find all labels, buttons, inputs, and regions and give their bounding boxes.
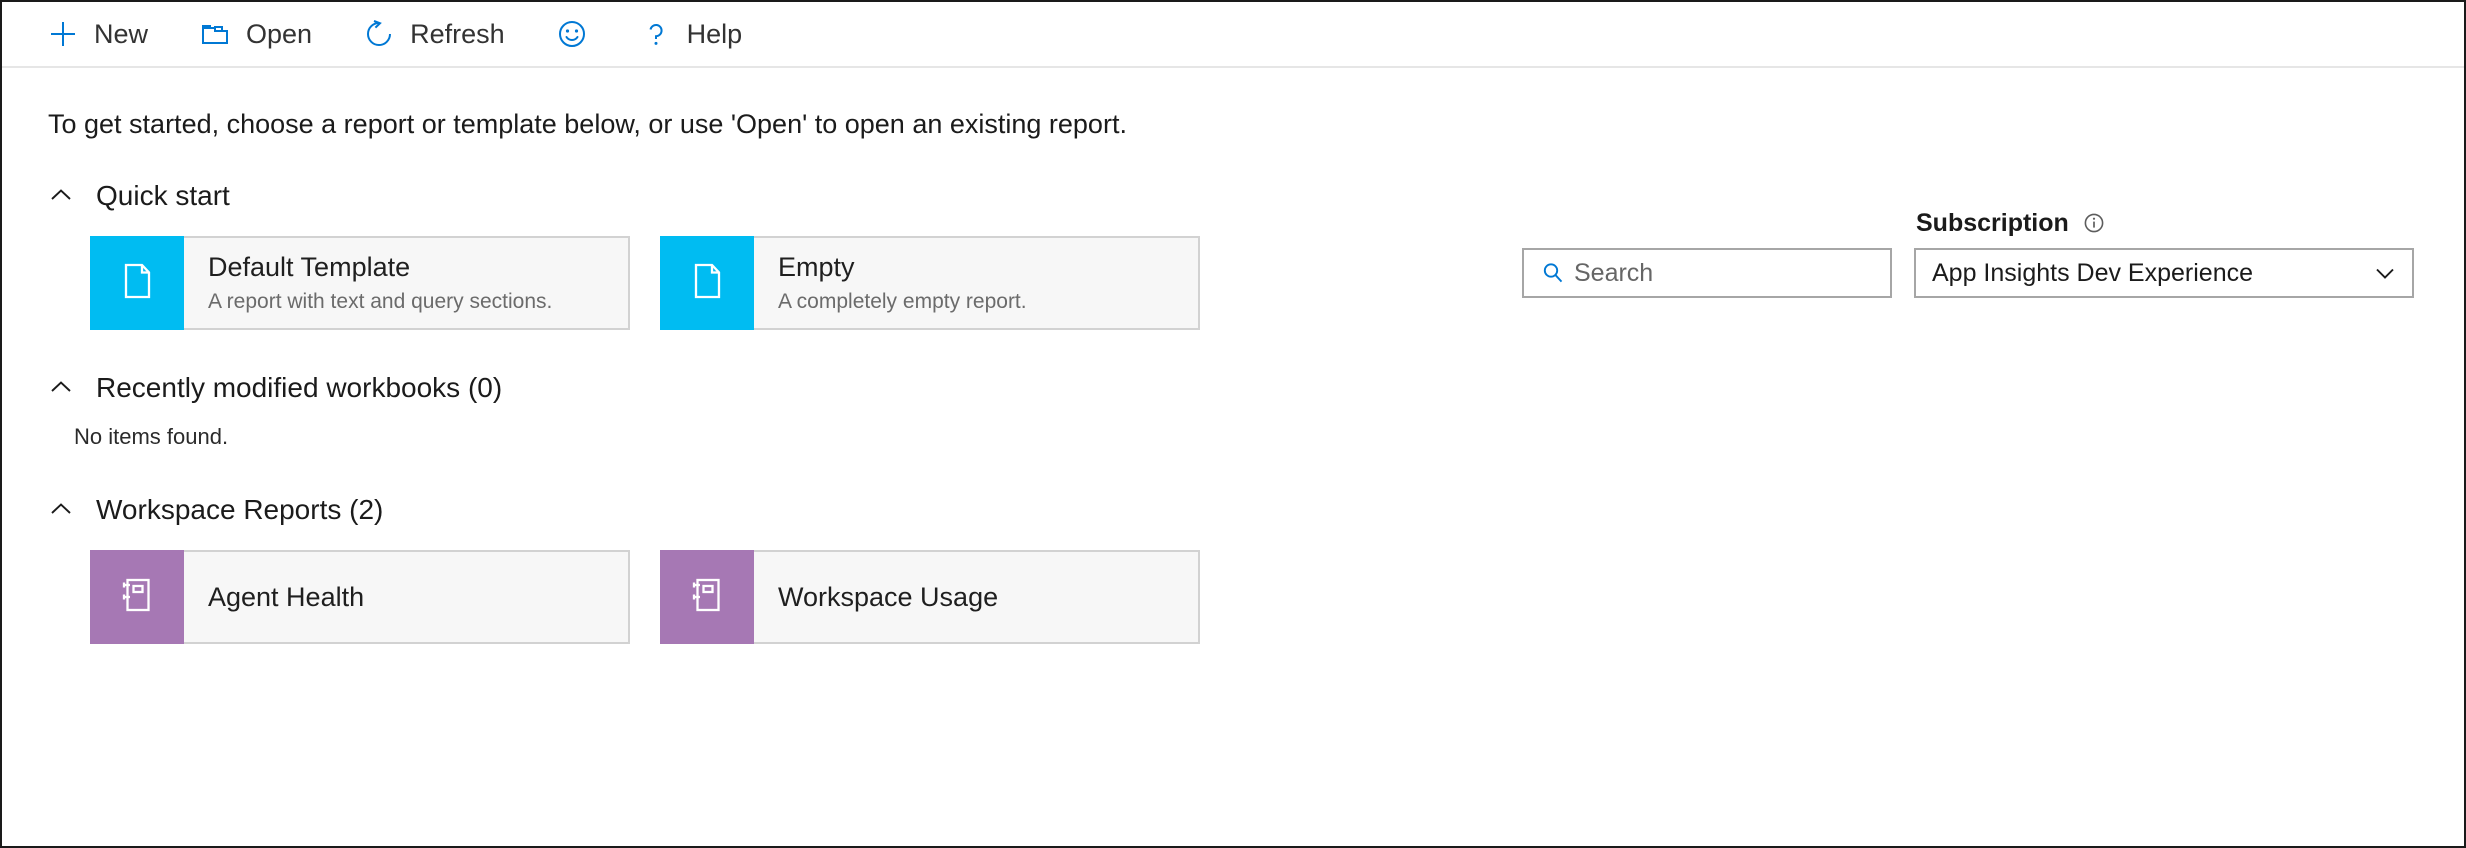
section-header-quick-start[interactable]: Quick start [48,176,230,216]
document-icon [684,258,730,309]
card-tile-agent-health [90,550,184,644]
folder-open-icon [196,15,234,53]
feedback-button[interactable] [549,8,607,60]
subscription-dropdown[interactable]: App Insights Dev Experience [1914,248,2414,298]
card-empty[interactable]: Empty A completely empty report. [660,236,1200,330]
search-box[interactable] [1522,248,1892,298]
card-tile-empty [660,236,754,330]
chevron-down-icon [2372,260,2398,286]
document-icon [114,258,160,309]
plus-icon [44,15,82,53]
section-title-quick-start: Quick start [96,182,230,210]
refresh-button[interactable]: Refresh [356,8,523,60]
card-row-workspace-reports: Agent Health [48,550,2464,644]
section-workspace-reports: Workspace Reports (2) [48,490,2464,644]
workbooks-gallery-page: New Open Refresh [0,0,2466,848]
card-title-agent-health: Agent Health [208,582,364,613]
feedback-smiley-icon [553,15,591,53]
card-tile-workspace-usage [660,550,754,644]
new-button-label: New [94,21,148,48]
section-recently-modified-workbooks: Recently modified workbooks (0) No items… [48,368,2464,450]
card-text-workspace-usage: Workspace Usage [754,552,998,642]
refresh-icon [360,15,398,53]
help-button[interactable]: Help [633,8,761,60]
card-text-agent-health: Agent Health [184,552,364,642]
card-title-default-template: Default Template [208,252,552,283]
card-text-empty: Empty A completely empty report. [754,238,1027,328]
section-header-workspace-reports[interactable]: Workspace Reports (2) [48,490,383,530]
card-subtitle-empty: A completely empty report. [778,290,1027,314]
card-workspace-usage[interactable]: Workspace Usage [660,550,1200,644]
open-button[interactable]: Open [192,8,330,60]
section-title-recently-modified-workbooks: Recently modified workbooks (0) [96,374,502,402]
section-header-recently-modified-workbooks[interactable]: Recently modified workbooks (0) [48,368,502,408]
question-mark-icon [637,15,675,53]
empty-message-recently-modified-workbooks: No items found. [48,424,2464,450]
chevron-up-icon [48,183,74,209]
chevron-up-icon [48,497,74,523]
refresh-button-label: Refresh [410,21,505,48]
card-text-default-template: Default Template A report with text and … [184,238,552,328]
info-icon[interactable] [2081,210,2107,236]
subscription-label-row: Subscription [1914,210,2414,236]
command-bar: New Open Refresh [2,2,2464,68]
card-title-workspace-usage: Workspace Usage [778,582,998,613]
filters-group: Subscription App Insights Dev Experience [1522,210,2414,298]
search-icon [1538,258,1568,288]
card-tile-default-template [90,236,184,330]
search-wrapper [1522,248,1892,298]
intro-text: To get started, choose a report or templ… [2,68,2464,140]
open-button-label: Open [246,21,312,48]
section-title-workspace-reports: Workspace Reports (2) [96,496,383,524]
page-body: To get started, choose a report or templ… [2,68,2464,644]
card-subtitle-default-template: A report with text and query sections. [208,290,552,314]
chevron-up-icon [48,375,74,401]
workbook-icon [114,572,160,623]
card-title-empty: Empty [778,252,1027,283]
subscription-group: Subscription App Insights Dev Experience [1914,210,2414,298]
search-input[interactable] [1574,259,1864,288]
new-button[interactable]: New [40,8,166,60]
subscription-label: Subscription [1916,211,2069,236]
subscription-selected-value: App Insights Dev Experience [1932,261,2253,286]
help-button-label: Help [687,21,743,48]
card-default-template[interactable]: Default Template A report with text and … [90,236,630,330]
card-agent-health[interactable]: Agent Health [90,550,630,644]
workbook-icon [684,572,730,623]
